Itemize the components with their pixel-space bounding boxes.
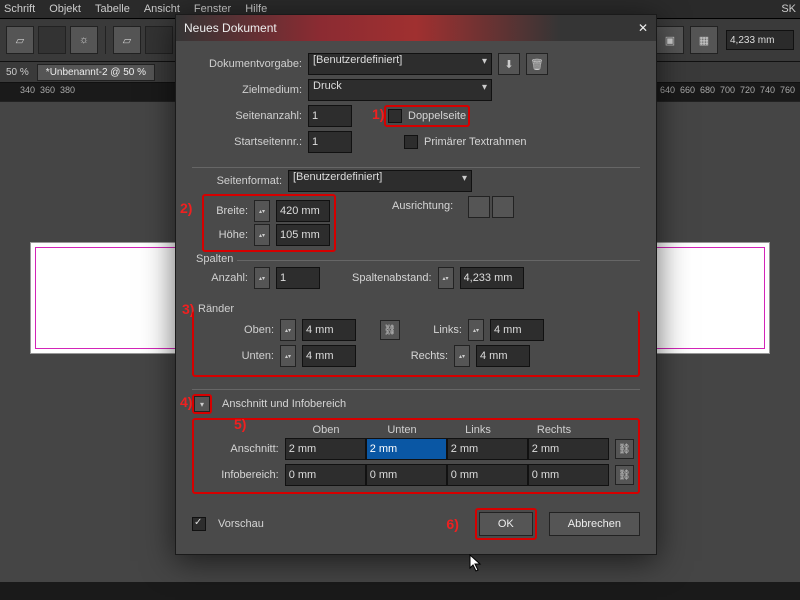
stroke-color-icon[interactable] — [145, 26, 173, 54]
bleed-link-icon[interactable]: ⛓ — [615, 439, 634, 459]
toolbar-sk: SK — [781, 3, 796, 15]
column-count-input[interactable] — [276, 267, 320, 289]
intent-label: Zielmedium: — [192, 84, 302, 96]
margin-top-spinner[interactable]: ▴▾ — [280, 319, 296, 341]
sun-icon[interactable]: ☼ — [70, 26, 98, 54]
margin-top-label: Oben: — [200, 324, 274, 336]
height-spinner[interactable]: ▴▾ — [254, 224, 270, 246]
primary-frame-label: Primärer Textrahmen — [424, 136, 527, 148]
document-tab[interactable]: *Unbenannt-2 @ 50 % — [37, 64, 155, 81]
slug-link-icon[interactable]: ⛓ — [615, 465, 634, 485]
width-spinner[interactable]: ▴▾ — [254, 200, 270, 222]
margin-left-input[interactable] — [490, 319, 544, 341]
annotation-6: 6) — [446, 516, 458, 532]
width-label: Breite: — [208, 205, 248, 217]
preview-label: Vorschau — [218, 518, 264, 530]
right-toolbar: ▣ ▦ — [656, 20, 794, 60]
orientation-label: Ausrichtung: — [392, 200, 453, 212]
annotation-2: 2) — [180, 200, 192, 216]
margin-link-icon[interactable]: ⛓ — [380, 320, 400, 340]
fill-none-icon[interactable]: ▱ — [6, 26, 34, 54]
column-count-spinner[interactable]: ▴▾ — [254, 267, 270, 289]
grid-icon[interactable]: ▦ — [690, 26, 718, 54]
cancel-button[interactable]: Abbrechen — [549, 512, 640, 536]
bleed-bottom-input[interactable]: 2 mm — [366, 438, 447, 460]
orientation-portrait-icon[interactable] — [468, 196, 490, 218]
close-icon[interactable]: ✕ — [638, 21, 648, 35]
zoom-select[interactable]: 50 % — [6, 67, 29, 78]
height-input[interactable] — [276, 224, 330, 246]
width-input[interactable] — [276, 200, 330, 222]
dialog-title: Neues Dokument — [184, 21, 277, 35]
gutter-label: Spaltenabstand: — [352, 272, 432, 284]
menu-objekt[interactable]: Objekt — [49, 3, 81, 15]
facing-pages-checkbox[interactable] — [388, 109, 402, 123]
pageformat-select[interactable]: [Benutzerdefiniert] — [288, 170, 472, 192]
delete-preset-icon[interactable]: 🗑 — [526, 53, 548, 75]
gutter-input[interactable] — [460, 267, 524, 289]
crop-icon[interactable]: ▣ — [656, 26, 684, 54]
save-preset-icon[interactable]: ⬇ — [498, 53, 520, 75]
bleed-col-top: Oben — [288, 424, 364, 436]
bleed-col-bottom: Unten — [364, 424, 440, 436]
slug-left-input[interactable]: 0 mm — [447, 464, 528, 486]
right-size-input[interactable] — [726, 30, 794, 50]
color-swatch-icon[interactable] — [38, 26, 66, 54]
new-document-dialog: Neues Dokument ✕ Dokumentvorgabe: [Benut… — [175, 14, 657, 555]
bleed-left-input[interactable]: 2 mm — [447, 438, 528, 460]
slug-right-input[interactable]: 0 mm — [528, 464, 609, 486]
column-count-label: Anzahl: — [192, 272, 248, 284]
margin-top-input[interactable] — [302, 319, 356, 341]
bleed-row-label: Anschnitt: — [198, 443, 285, 455]
bleed-right-input[interactable]: 2 mm — [528, 438, 609, 460]
margin-left-spinner[interactable]: ▴▾ — [468, 319, 484, 341]
margin-bottom-spinner[interactable]: ▴▾ — [280, 345, 296, 367]
annotation-1: 1) — [372, 106, 384, 122]
bleed-top-input[interactable]: 2 mm — [285, 438, 366, 460]
startnum-input[interactable] — [308, 131, 352, 153]
bleed-col-left: Links — [440, 424, 516, 436]
preset-label: Dokumentvorgabe: — [192, 58, 302, 70]
preset-select[interactable]: [Benutzerdefiniert] — [308, 53, 492, 75]
margin-bottom-label: Unten: — [200, 350, 274, 362]
slug-top-input[interactable]: 0 mm — [285, 464, 366, 486]
bleed-col-right: Rechts — [516, 424, 592, 436]
primary-frame-checkbox[interactable] — [404, 135, 418, 149]
height-label: Höhe: — [208, 229, 248, 241]
annotation-5: 5) — [234, 416, 246, 432]
margin-bottom-input[interactable] — [302, 345, 356, 367]
slug-bottom-input[interactable]: 0 mm — [366, 464, 447, 486]
dialog-titlebar[interactable]: Neues Dokument ✕ — [176, 15, 656, 41]
menu-tabelle[interactable]: Tabelle — [95, 3, 130, 15]
annotation-4: 4) — [180, 394, 192, 410]
margin-right-input[interactable] — [476, 345, 530, 367]
pages-label: Seitenanzahl: — [192, 110, 302, 122]
preview-checkbox[interactable] — [192, 517, 206, 531]
bleed-title: Anschnitt und Infobereich — [222, 398, 346, 410]
columns-title: Spalten — [192, 253, 237, 265]
margin-right-label: Rechts: — [404, 350, 448, 362]
facing-pages-label: Doppelseite — [408, 110, 466, 122]
menu-schrift[interactable]: Schrift — [4, 3, 35, 15]
stroke-swatch-icon[interactable]: ▱ — [113, 26, 141, 54]
slug-row-label: Infobereich: — [198, 469, 285, 481]
pageformat-label: Seitenformat: — [192, 175, 282, 187]
margin-left-label: Links: — [418, 324, 462, 336]
pages-input[interactable] — [308, 105, 352, 127]
gutter-spinner[interactable]: ▴▾ — [438, 267, 454, 289]
margins-title: Ränder — [194, 303, 238, 315]
orientation-landscape-icon[interactable] — [492, 196, 514, 218]
startnum-label: Startseitennr.: — [192, 136, 302, 148]
bleed-disclosure-icon[interactable]: ▾ — [194, 396, 210, 412]
margin-right-spinner[interactable]: ▴▾ — [454, 345, 470, 367]
ok-button[interactable]: OK — [479, 512, 533, 536]
intent-select[interactable]: Druck — [308, 79, 492, 101]
